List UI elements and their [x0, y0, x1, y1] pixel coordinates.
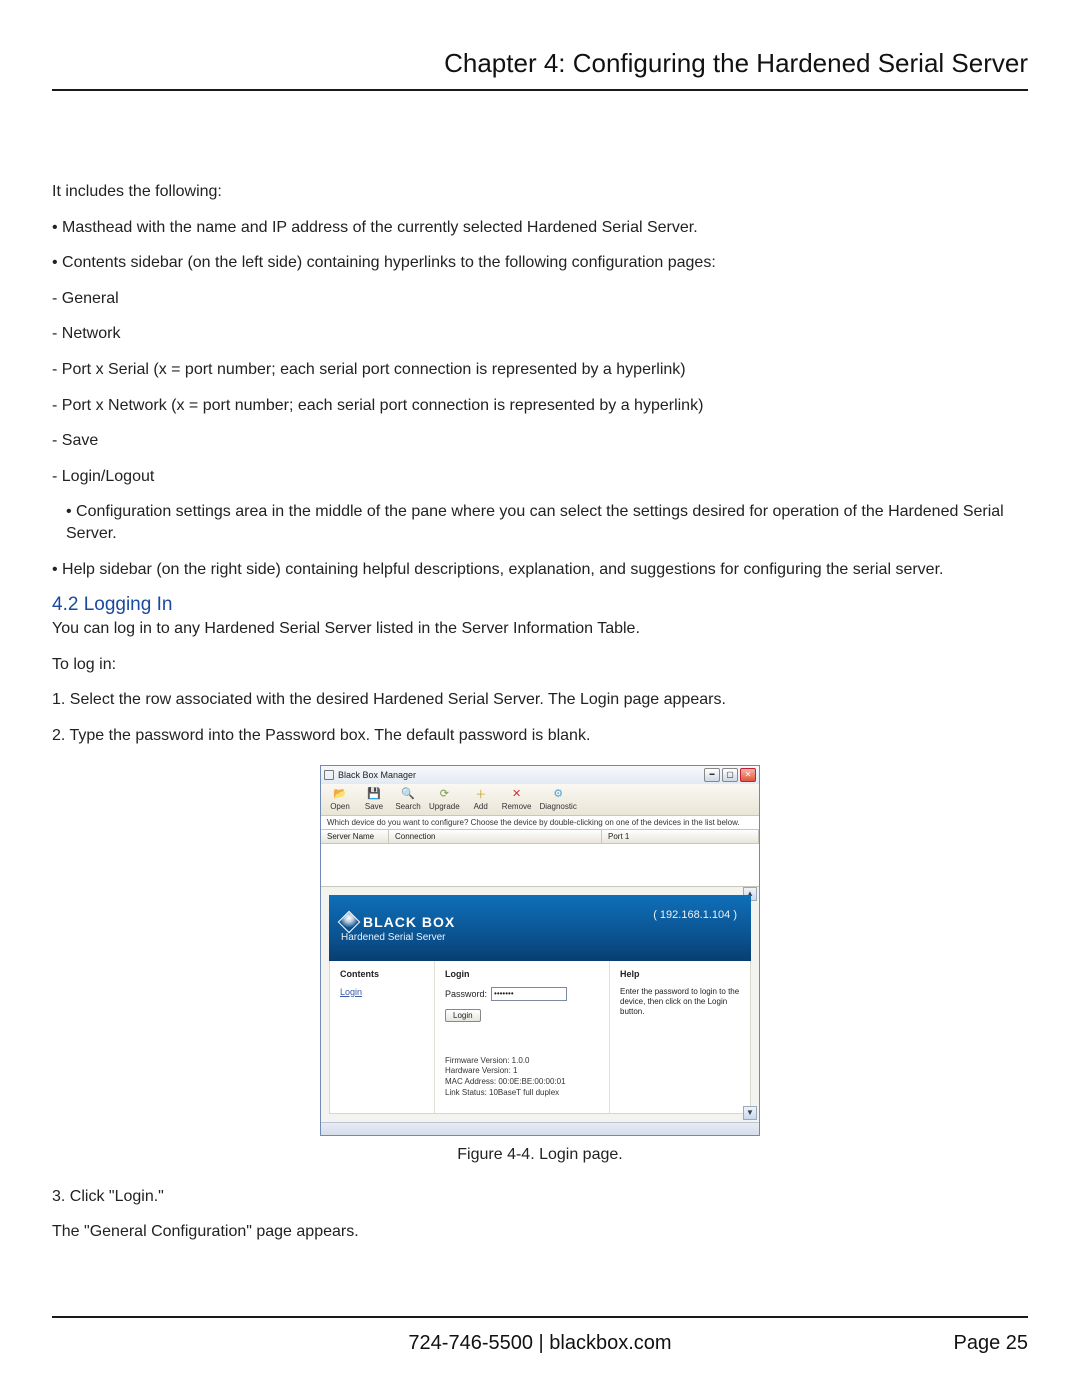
- app-window: Black Box Manager ━ ▢ ✕ 📂Open 💾Save 🔍Sea…: [320, 765, 760, 1136]
- mac-address: MAC Address: 00:0E:BE:00:00:01: [445, 1077, 599, 1088]
- hardware-version: Hardware Version: 1: [445, 1066, 599, 1077]
- body-step1: 1. Select the row associated with the de…: [52, 689, 1028, 711]
- password-input[interactable]: •••••••: [491, 987, 567, 1001]
- login-panel: Login Password: ••••••• Login Firmware V…: [435, 961, 610, 1113]
- banner-ip-address: ( 192.168.1.104 ): [653, 909, 737, 921]
- contents-link-login[interactable]: Login: [340, 987, 362, 997]
- toolbar-save[interactable]: 💾Save: [361, 787, 387, 811]
- minimize-button[interactable]: ━: [704, 768, 720, 782]
- scroll-down-button[interactable]: ▼: [743, 1106, 757, 1120]
- body-step3: 3. Click "Login.": [52, 1186, 1028, 1208]
- toolbar-diagnostic[interactable]: ⚙Diagnostic: [539, 787, 576, 811]
- maximize-button[interactable]: ▢: [722, 768, 738, 782]
- body-item: - General: [52, 288, 1028, 310]
- add-icon: ＋: [474, 787, 488, 801]
- body-p1: You can log in to any Hardened Serial Se…: [52, 618, 1028, 640]
- help-text: Enter the password to login to the devic…: [620, 987, 740, 1018]
- masthead-banner: BLACK BOX Hardened Serial Server ( 192.1…: [329, 895, 751, 961]
- close-button[interactable]: ✕: [740, 768, 756, 782]
- body-p3: The "General Configuration" page appears…: [52, 1221, 1028, 1243]
- remove-icon: ✕: [510, 787, 524, 801]
- toolbar-remove[interactable]: ✕Remove: [502, 787, 532, 811]
- window-title: Black Box Manager: [338, 770, 416, 780]
- status-bar: [321, 1122, 759, 1135]
- upgrade-icon: ⟳: [437, 787, 451, 801]
- col-port1[interactable]: Port 1: [602, 830, 759, 843]
- login-heading: Login: [445, 969, 599, 979]
- section-heading-logging-in: 4.2 Logging In: [52, 594, 1028, 616]
- body-p2: To log in:: [52, 654, 1028, 676]
- diagnostic-icon: ⚙: [551, 787, 565, 801]
- app-icon: [324, 770, 334, 780]
- grid-body-empty[interactable]: [321, 844, 759, 887]
- toolbar-upgrade[interactable]: ⟳Upgrade: [429, 787, 460, 811]
- brand-name: BLACK BOX: [363, 914, 455, 930]
- figure-caption: Figure 4-4. Login page.: [320, 1146, 760, 1164]
- toolbar-add[interactable]: ＋Add: [468, 787, 494, 811]
- body-item: - Login/Logout: [52, 466, 1028, 488]
- page-footer: 724-746-5500 | blackbox.com Page 25: [52, 1316, 1028, 1355]
- body-item: • Masthead with the name and IP address …: [52, 217, 1028, 239]
- toolbar-search[interactable]: 🔍Search: [395, 787, 421, 811]
- body-item: - Port x Network (x = port number; each …: [52, 395, 1028, 417]
- chapter-title: Chapter 4: Configuring the Hardened Seri…: [52, 48, 1028, 91]
- brand-subtitle: Hardened Serial Server: [341, 932, 741, 943]
- body-item: • Contents sidebar (on the left side) co…: [52, 252, 1028, 274]
- link-status: Link Status: 10BaseT full duplex: [445, 1088, 599, 1099]
- grid-header: Server Name Connection Port 1: [321, 830, 759, 844]
- firmware-version: Firmware Version: 1.0.0: [445, 1056, 599, 1067]
- login-button[interactable]: Login: [445, 1009, 481, 1022]
- contents-heading: Contents: [340, 969, 424, 979]
- body-item: • Help sidebar (on the right side) conta…: [52, 559, 1028, 581]
- help-sidebar: Help Enter the password to login to the …: [610, 961, 750, 1113]
- body-item: - Network: [52, 323, 1028, 345]
- contents-sidebar: Contents Login: [330, 961, 435, 1113]
- col-server-name[interactable]: Server Name: [321, 830, 389, 843]
- toolbar: 📂Open 💾Save 🔍Search ⟳Upgrade ＋Add ✕Remov…: [321, 784, 759, 816]
- lower-pane: ▲ BLACK BOX Hardened Serial Server ( 192…: [321, 887, 759, 1122]
- save-icon: 💾: [367, 787, 381, 801]
- toolbar-open[interactable]: 📂Open: [327, 787, 353, 811]
- body-step2: 2. Type the password into the Password b…: [52, 725, 1028, 747]
- folder-open-icon: 📂: [333, 787, 347, 801]
- password-label: Password:: [445, 989, 487, 999]
- window-titlebar[interactable]: Black Box Manager ━ ▢ ✕: [321, 766, 759, 784]
- search-icon: 🔍: [401, 787, 415, 801]
- help-heading: Help: [620, 969, 740, 979]
- intro-line: It includes the following:: [52, 181, 1028, 203]
- brand-diamond-icon: [338, 911, 361, 934]
- footer-contact: 724-746-5500 | blackbox.com: [52, 1332, 1028, 1355]
- hint-bar: Which device do you want to configure? C…: [321, 816, 759, 830]
- body-item: - Port x Serial (x = port number; each s…: [52, 359, 1028, 381]
- col-connection[interactable]: Connection: [389, 830, 602, 843]
- body-item: • Configuration settings area in the mid…: [52, 501, 1028, 544]
- body-item: - Save: [52, 430, 1028, 452]
